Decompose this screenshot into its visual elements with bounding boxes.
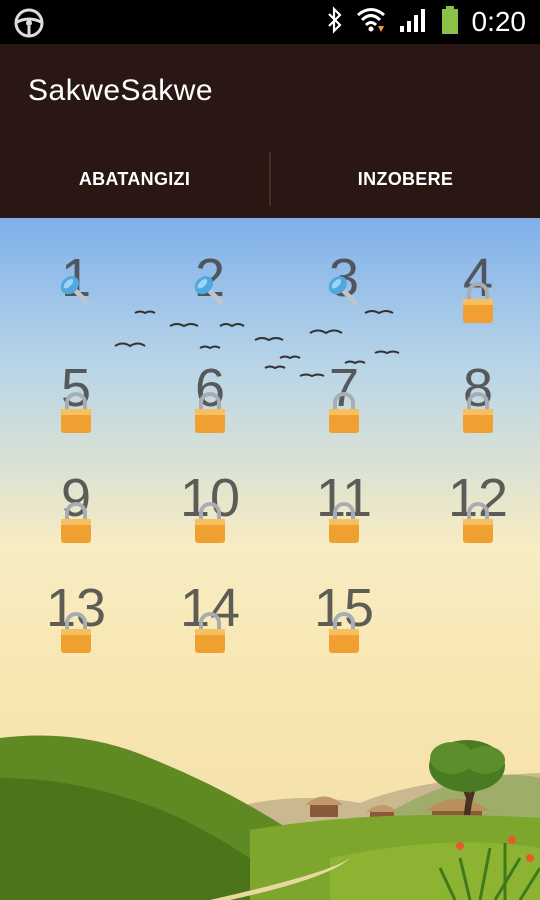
status-bar: 0:20 (0, 0, 540, 44)
level-select-scene: 1 2 3 4 5 (0, 218, 540, 900)
steering-wheel-icon (14, 8, 44, 38)
padlock-icon (460, 282, 496, 324)
level-button-7[interactable]: 7 (294, 334, 394, 434)
level-button-4[interactable]: 4 (428, 224, 528, 324)
level-button-6[interactable]: 6 (160, 334, 260, 434)
padlock-icon (326, 502, 362, 544)
padlock-icon (192, 392, 228, 434)
level-button-8[interactable]: 8 (428, 334, 528, 434)
level-button-1[interactable]: 1 (26, 224, 126, 324)
battery-icon (440, 5, 460, 39)
level-button-10[interactable]: 10 (160, 444, 260, 544)
level-grid: 1 2 3 4 5 (0, 218, 540, 718)
level-button-14[interactable]: 14 (160, 554, 260, 654)
padlock-icon (58, 502, 94, 544)
padlock-icon (58, 612, 94, 654)
app-bar: SakweSakwe (0, 44, 540, 140)
tab-inzobere[interactable]: INZOBERE (271, 140, 540, 218)
padlock-icon (58, 392, 94, 434)
wifi-icon (356, 6, 386, 38)
level-button-12[interactable]: 12 (428, 444, 528, 544)
level-button-3[interactable]: 3 (294, 224, 394, 324)
level-button-13[interactable]: 13 (26, 554, 126, 654)
level-button-2[interactable]: 2 (160, 224, 260, 324)
tab-label: INZOBERE (357, 168, 454, 189)
level-button-15[interactable]: 15 (294, 554, 394, 654)
tab-bar: ABATANGIZI INZOBERE (0, 140, 540, 218)
padlock-icon (192, 612, 228, 654)
bluetooth-icon (326, 6, 344, 38)
padlock-icon (192, 502, 228, 544)
app-title: SakweSakwe (28, 74, 214, 107)
padlock-icon (460, 502, 496, 544)
padlock-icon (326, 612, 362, 654)
level-button-5[interactable]: 5 (26, 334, 126, 434)
level-button-11[interactable]: 11 (294, 444, 394, 544)
padlock-icon (460, 392, 496, 434)
key-icon (324, 272, 368, 316)
level-button-9[interactable]: 9 (26, 444, 126, 544)
signal-icon (398, 6, 428, 38)
key-icon (190, 272, 234, 316)
padlock-icon (326, 392, 362, 434)
status-time: 0:20 (471, 6, 527, 37)
tab-abatangizi[interactable]: ABATANGIZI (0, 140, 269, 218)
tab-label: ABATANGIZI (78, 168, 191, 189)
key-icon (56, 272, 100, 316)
